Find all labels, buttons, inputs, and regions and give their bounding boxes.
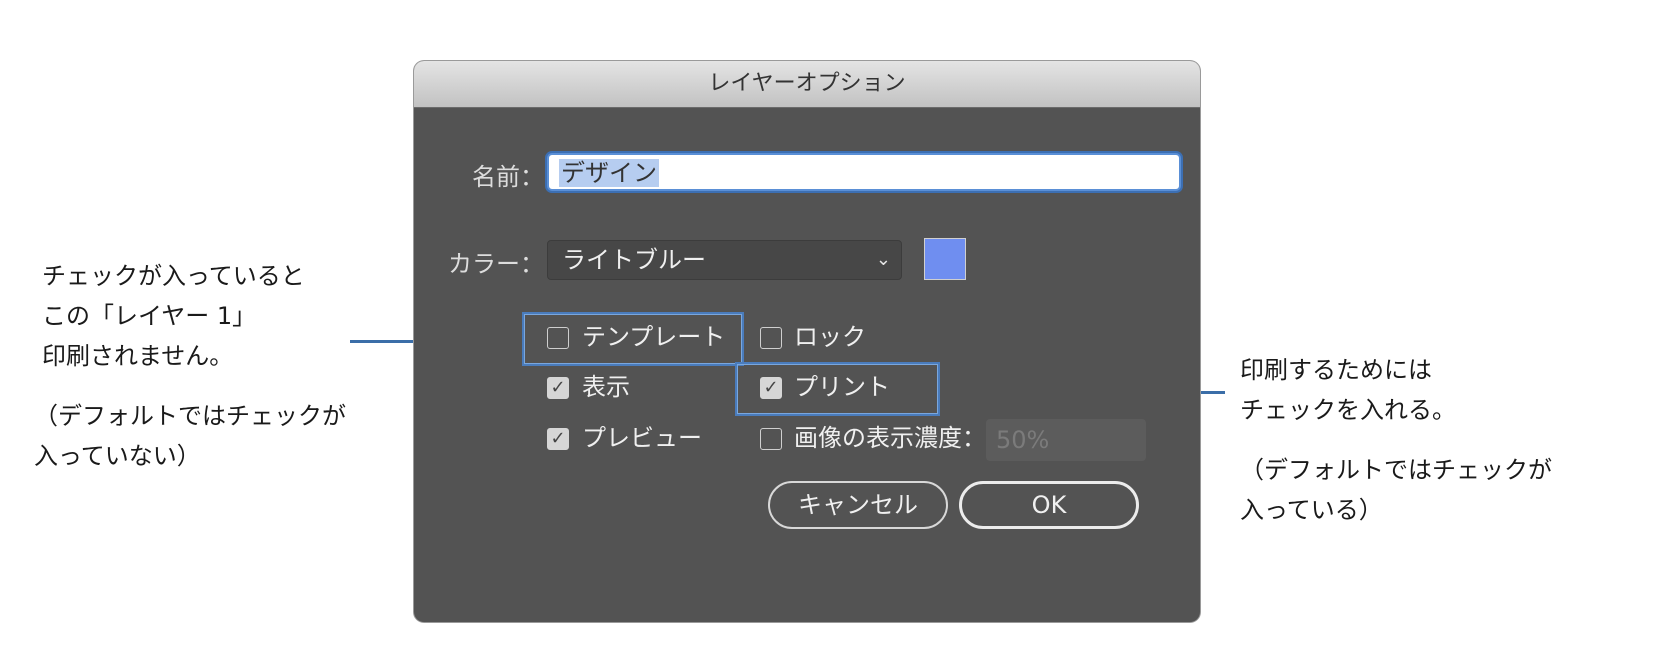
left-annotation: チェックが入っていると この「レイヤー 1」 印刷されません。 [42,256,305,376]
checkmark-icon: ✓ [550,428,566,449]
preview-checkbox[interactable]: ✓ [547,428,569,450]
checkmark-icon: ✓ [550,377,566,398]
left-annotation-note: （デフォルトではチェックが 入っていない） [34,396,346,476]
visible-checkbox-label: 表示 [582,373,630,401]
print-checkbox[interactable]: ✓ [760,377,782,399]
name-label: 名前： [472,163,544,191]
right-annotation-note-line: 入っている） [1240,496,1383,524]
color-swatch[interactable] [924,238,966,280]
template-checkbox-label: テンプレート [582,323,726,351]
dim-images-checkbox-label: 画像の表示濃度： [794,424,986,452]
checkmark-icon: ✓ [763,377,779,398]
lock-checkbox-label: ロック [794,323,866,351]
right-annotation-note-line: （デフォルトではチェックが [1240,456,1552,484]
cancel-button[interactable]: キャンセル [768,481,948,529]
layer-options-dialog: レイヤーオプション 名前： デザイン カラー： ライトブルー ⌄ テンプレート … [414,61,1200,622]
right-annotation-line: 印刷するためには [1240,356,1432,384]
name-input-value: デザイン [559,159,659,187]
ok-button[interactable]: OK [959,481,1139,529]
template-checkbox[interactable] [547,327,569,349]
left-annotation-note-line: 入っていない） [34,442,201,470]
right-annotation: 印刷するためには チェックを入れる。 [1240,350,1456,430]
dim-images-checkbox[interactable] [760,428,782,450]
print-checkbox-label: プリント [794,373,890,401]
color-select[interactable]: ライトブルー ⌄ [547,240,902,280]
visible-checkbox[interactable]: ✓ [547,377,569,399]
left-annotation-line: この「レイヤー 1」 [42,302,257,330]
color-label: カラー： [448,250,544,278]
left-annotation-line: 印刷されません。 [42,342,234,370]
lock-checkbox[interactable] [760,327,782,349]
dim-images-opacity-input[interactable]: 50% [986,419,1146,461]
preview-checkbox-label: プレビュー [582,424,702,452]
color-select-value: ライトブルー [562,246,706,274]
right-annotation-line: チェックを入れる。 [1240,396,1456,424]
left-annotation-note-line: （デフォルトではチェックが [34,402,346,430]
left-annotation-line: チェックが入っていると [42,262,305,290]
name-input[interactable]: デザイン [547,153,1181,191]
dialog-title: レイヤーオプション [414,61,1200,108]
right-annotation-note: （デフォルトではチェックが 入っている） [1240,450,1552,530]
chevron-down-icon: ⌄ [875,249,891,270]
